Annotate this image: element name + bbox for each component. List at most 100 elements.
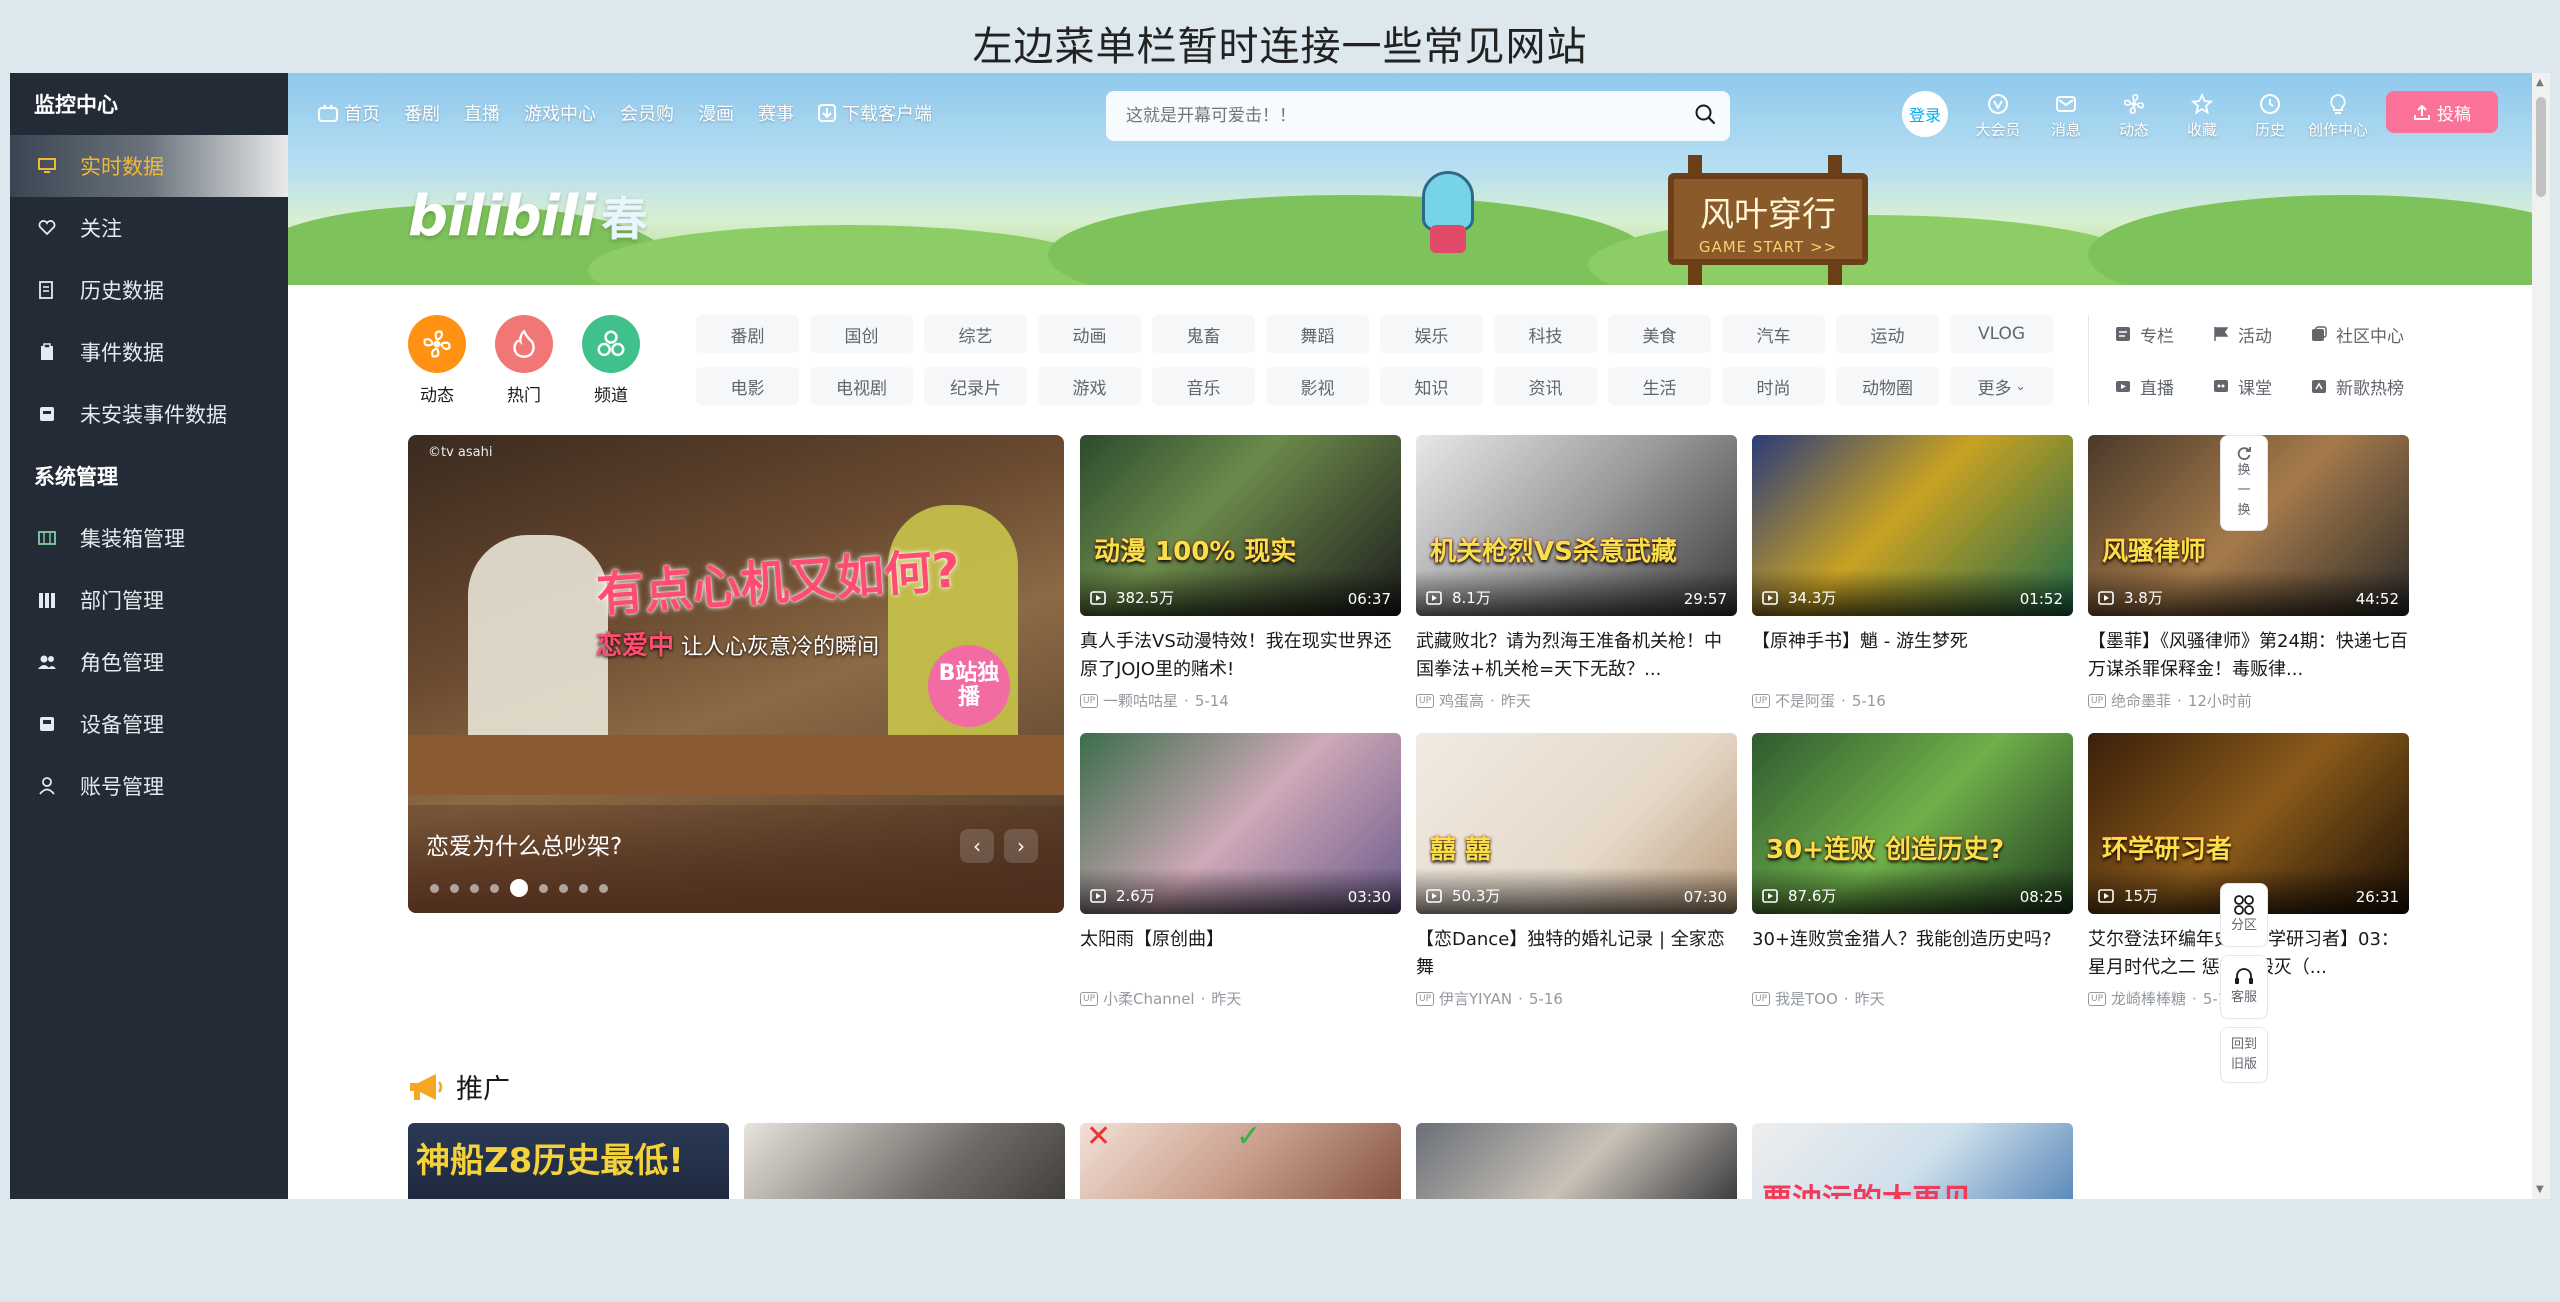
nav-vip[interactable]: 大会员: [1964, 85, 2032, 140]
extra-live[interactable]: 直播: [2114, 367, 2212, 405]
carousel-dot[interactable]: [539, 883, 548, 893]
banner-sign[interactable]: 风叶穿行 GAME START >>: [1628, 155, 1898, 285]
sidebar-item-follow[interactable]: 关注: [10, 197, 288, 259]
video-card[interactable]: 2.6万 03:30 太阳雨【原创曲】 UP 小柔Channel · 昨天: [1080, 733, 1401, 1009]
channel-tag[interactable]: 纪录片: [924, 367, 1027, 405]
channel-tag[interactable]: 运动: [1836, 315, 1939, 353]
extra-community[interactable]: 社区中心: [2310, 315, 2450, 353]
video-title[interactable]: 【墨菲】《风骚律师》第24期：快递七百万谋杀罪保释金！毒贩律...: [2088, 628, 2409, 684]
channel-tag[interactable]: 电影: [696, 367, 799, 405]
extra-classroom[interactable]: 课堂: [2212, 367, 2310, 405]
nav-favorites[interactable]: 收藏: [2168, 85, 2236, 140]
video-author[interactable]: 伊言YIYAN: [1439, 988, 1512, 1009]
video-thumbnail[interactable]: 动漫 100% 现实 382.5万 06:37: [1080, 435, 1401, 616]
video-thumbnail[interactable]: 机关枪烈VS杀意武藏 8.1万 29:57: [1416, 435, 1737, 616]
channel-tag[interactable]: VLOG: [1950, 315, 2053, 353]
sidebar-item-realtime[interactable]: 实时数据: [10, 135, 288, 197]
channel-tag[interactable]: 时尚: [1722, 367, 1825, 405]
channel-tag[interactable]: 动物圈: [1836, 367, 1939, 405]
video-card[interactable]: 囍 囍 50.3万 07:30 【恋Dance】独特的婚礼记录 | 全家恋舞 UP 伊言Y…: [1416, 733, 1737, 1009]
nav-messages[interactable]: 消息: [2032, 85, 2100, 140]
video-card[interactable]: 机关枪烈VS杀意武藏 8.1万 29:57 武藏败北？请为烈海王准备机关枪！中国拳法+…: [1416, 435, 1737, 711]
nav-creator[interactable]: 创作中心: [2304, 85, 2372, 140]
zone-button[interactable]: 分区: [2220, 883, 2268, 947]
video-card[interactable]: 动漫 100% 现实 382.5万 06:37 真人手法VS动漫特效！我在现实世界还原…: [1080, 435, 1401, 711]
carousel-next-button[interactable]: ›: [1004, 829, 1038, 863]
channel-tag[interactable]: 生活: [1608, 367, 1711, 405]
channel-tag[interactable]: 科技: [1494, 315, 1597, 353]
bilibili-logo[interactable]: bilibili 春: [408, 183, 647, 249]
carousel-dot[interactable]: [450, 883, 459, 893]
channel-tag[interactable]: 番剧: [696, 315, 799, 353]
promo-card-4[interactable]: [1416, 1123, 1737, 1199]
sidebar-item-role[interactable]: 角色管理: [10, 631, 288, 693]
video-author[interactable]: 不是阿蛋: [1775, 690, 1835, 711]
video-author[interactable]: 绝命墨菲: [2111, 690, 2171, 711]
nav-game-center[interactable]: 游戏中心: [524, 100, 596, 126]
search-input[interactable]: [1126, 106, 1694, 126]
nav-live[interactable]: 直播: [464, 100, 500, 126]
video-title[interactable]: 真人手法VS动漫特效！我在现实世界还原了JOJO里的赌术!: [1080, 628, 1401, 684]
sidebar-item-device[interactable]: 设备管理: [10, 693, 288, 755]
carousel-dot[interactable]: [490, 883, 499, 893]
quick-hot[interactable]: 热门: [494, 315, 554, 406]
video-thumbnail[interactable]: 30+连败 创造历史? 87.6万 08:25: [1752, 733, 2073, 914]
nav-download[interactable]: 下载客户端: [818, 100, 932, 126]
channel-tag[interactable]: 国创: [810, 315, 913, 353]
channel-tag[interactable]: 音乐: [1152, 367, 1255, 405]
channel-tag[interactable]: 影视: [1266, 367, 1369, 405]
sidebar-item-account[interactable]: 账号管理: [10, 755, 288, 817]
promo-card-2[interactable]: [744, 1123, 1065, 1199]
channel-tag[interactable]: 汽车: [1722, 315, 1825, 353]
carousel-dot[interactable]: [430, 883, 439, 893]
video-card[interactable]: 34.3万 01:52 【原神手书】魈 - 游生梦死 UP 不是阿蛋 · 5-16: [1752, 435, 2073, 711]
scroll-up-icon[interactable]: ▲: [2536, 77, 2544, 88]
nav-home[interactable]: 首页: [318, 100, 380, 126]
channel-more-button[interactable]: 更多 ⌄: [1950, 367, 2053, 405]
sidebar-item-uninstalled[interactable]: 未安装事件数据: [10, 383, 288, 445]
carousel-dot[interactable]: [579, 883, 588, 893]
extra-column[interactable]: 专栏: [2114, 315, 2212, 353]
extra-music-chart[interactable]: 新歌热榜: [2310, 367, 2450, 405]
video-title[interactable]: 30+连败赏金猎人？我能创造历史吗?: [1752, 926, 2073, 982]
channel-tag[interactable]: 鬼畜: [1152, 315, 1255, 353]
carousel-dot[interactable]: [559, 883, 568, 893]
carousel-dot[interactable]: [510, 879, 528, 897]
video-title[interactable]: 武藏败北？请为烈海王准备机关枪！中国拳法+机关枪=天下无敌？...: [1416, 628, 1737, 684]
login-button[interactable]: 登录: [1902, 91, 1948, 137]
upload-button[interactable]: 投稿: [2386, 91, 2498, 133]
sidebar-item-container[interactable]: 集装箱管理: [10, 507, 288, 569]
refresh-button[interactable]: 换一换: [2220, 435, 2268, 531]
video-card[interactable]: 30+连败 创造历史? 87.6万 08:25 30+连败赏金猎人？我能创造历史吗? U…: [1752, 733, 2073, 1009]
carousel-prev-button[interactable]: ‹: [960, 829, 994, 863]
video-author[interactable]: 一颗咕咕星: [1103, 690, 1178, 711]
nav-anime[interactable]: 番剧: [404, 100, 440, 126]
sidebar-item-events[interactable]: 事件数据: [10, 321, 288, 383]
nav-esports[interactable]: 赛事: [758, 100, 794, 126]
promo-card-1[interactable]: 神船Z8历史最低!: [408, 1123, 729, 1199]
channel-tag[interactable]: 美食: [1608, 315, 1711, 353]
channel-tag[interactable]: 游戏: [1038, 367, 1141, 405]
quick-dynamic[interactable]: 动态: [407, 315, 467, 406]
quick-channel[interactable]: 频道: [581, 315, 641, 406]
carousel-title[interactable]: 恋爱为什么总吵架?: [426, 827, 622, 861]
channel-tag[interactable]: 动画: [1038, 315, 1141, 353]
promo-card-5[interactable]: 要油污的太再见: [1752, 1123, 2073, 1199]
video-author[interactable]: 我是TOO: [1775, 988, 1838, 1009]
video-author[interactable]: 鸡蛋高: [1439, 690, 1484, 711]
channel-tag[interactable]: 电视剧: [810, 367, 913, 405]
nav-manga[interactable]: 漫画: [698, 100, 734, 126]
channel-tag[interactable]: 娱乐: [1380, 315, 1483, 353]
carousel-dot[interactable]: [599, 883, 608, 893]
sidebar-item-history[interactable]: 历史数据: [10, 259, 288, 321]
page-scrollbar[interactable]: ▲ ▼: [2532, 73, 2550, 1199]
nav-dynamic[interactable]: 动态: [2100, 85, 2168, 140]
hero-carousel[interactable]: ©tv asahi 有点心机又如何? 恋爱中 让人心灰意冷的瞬间 B站独播 恋爱…: [408, 435, 1064, 913]
channel-tag[interactable]: 综艺: [924, 315, 1027, 353]
nav-shop[interactable]: 会员购: [620, 100, 674, 126]
video-title[interactable]: 【原神手书】魈 - 游生梦死: [1752, 628, 2073, 684]
scroll-thumb[interactable]: [2536, 97, 2546, 197]
search-icon[interactable]: [1694, 103, 1716, 129]
extra-activity[interactable]: 活动: [2212, 315, 2310, 353]
sidebar-item-department[interactable]: 部门管理: [10, 569, 288, 631]
